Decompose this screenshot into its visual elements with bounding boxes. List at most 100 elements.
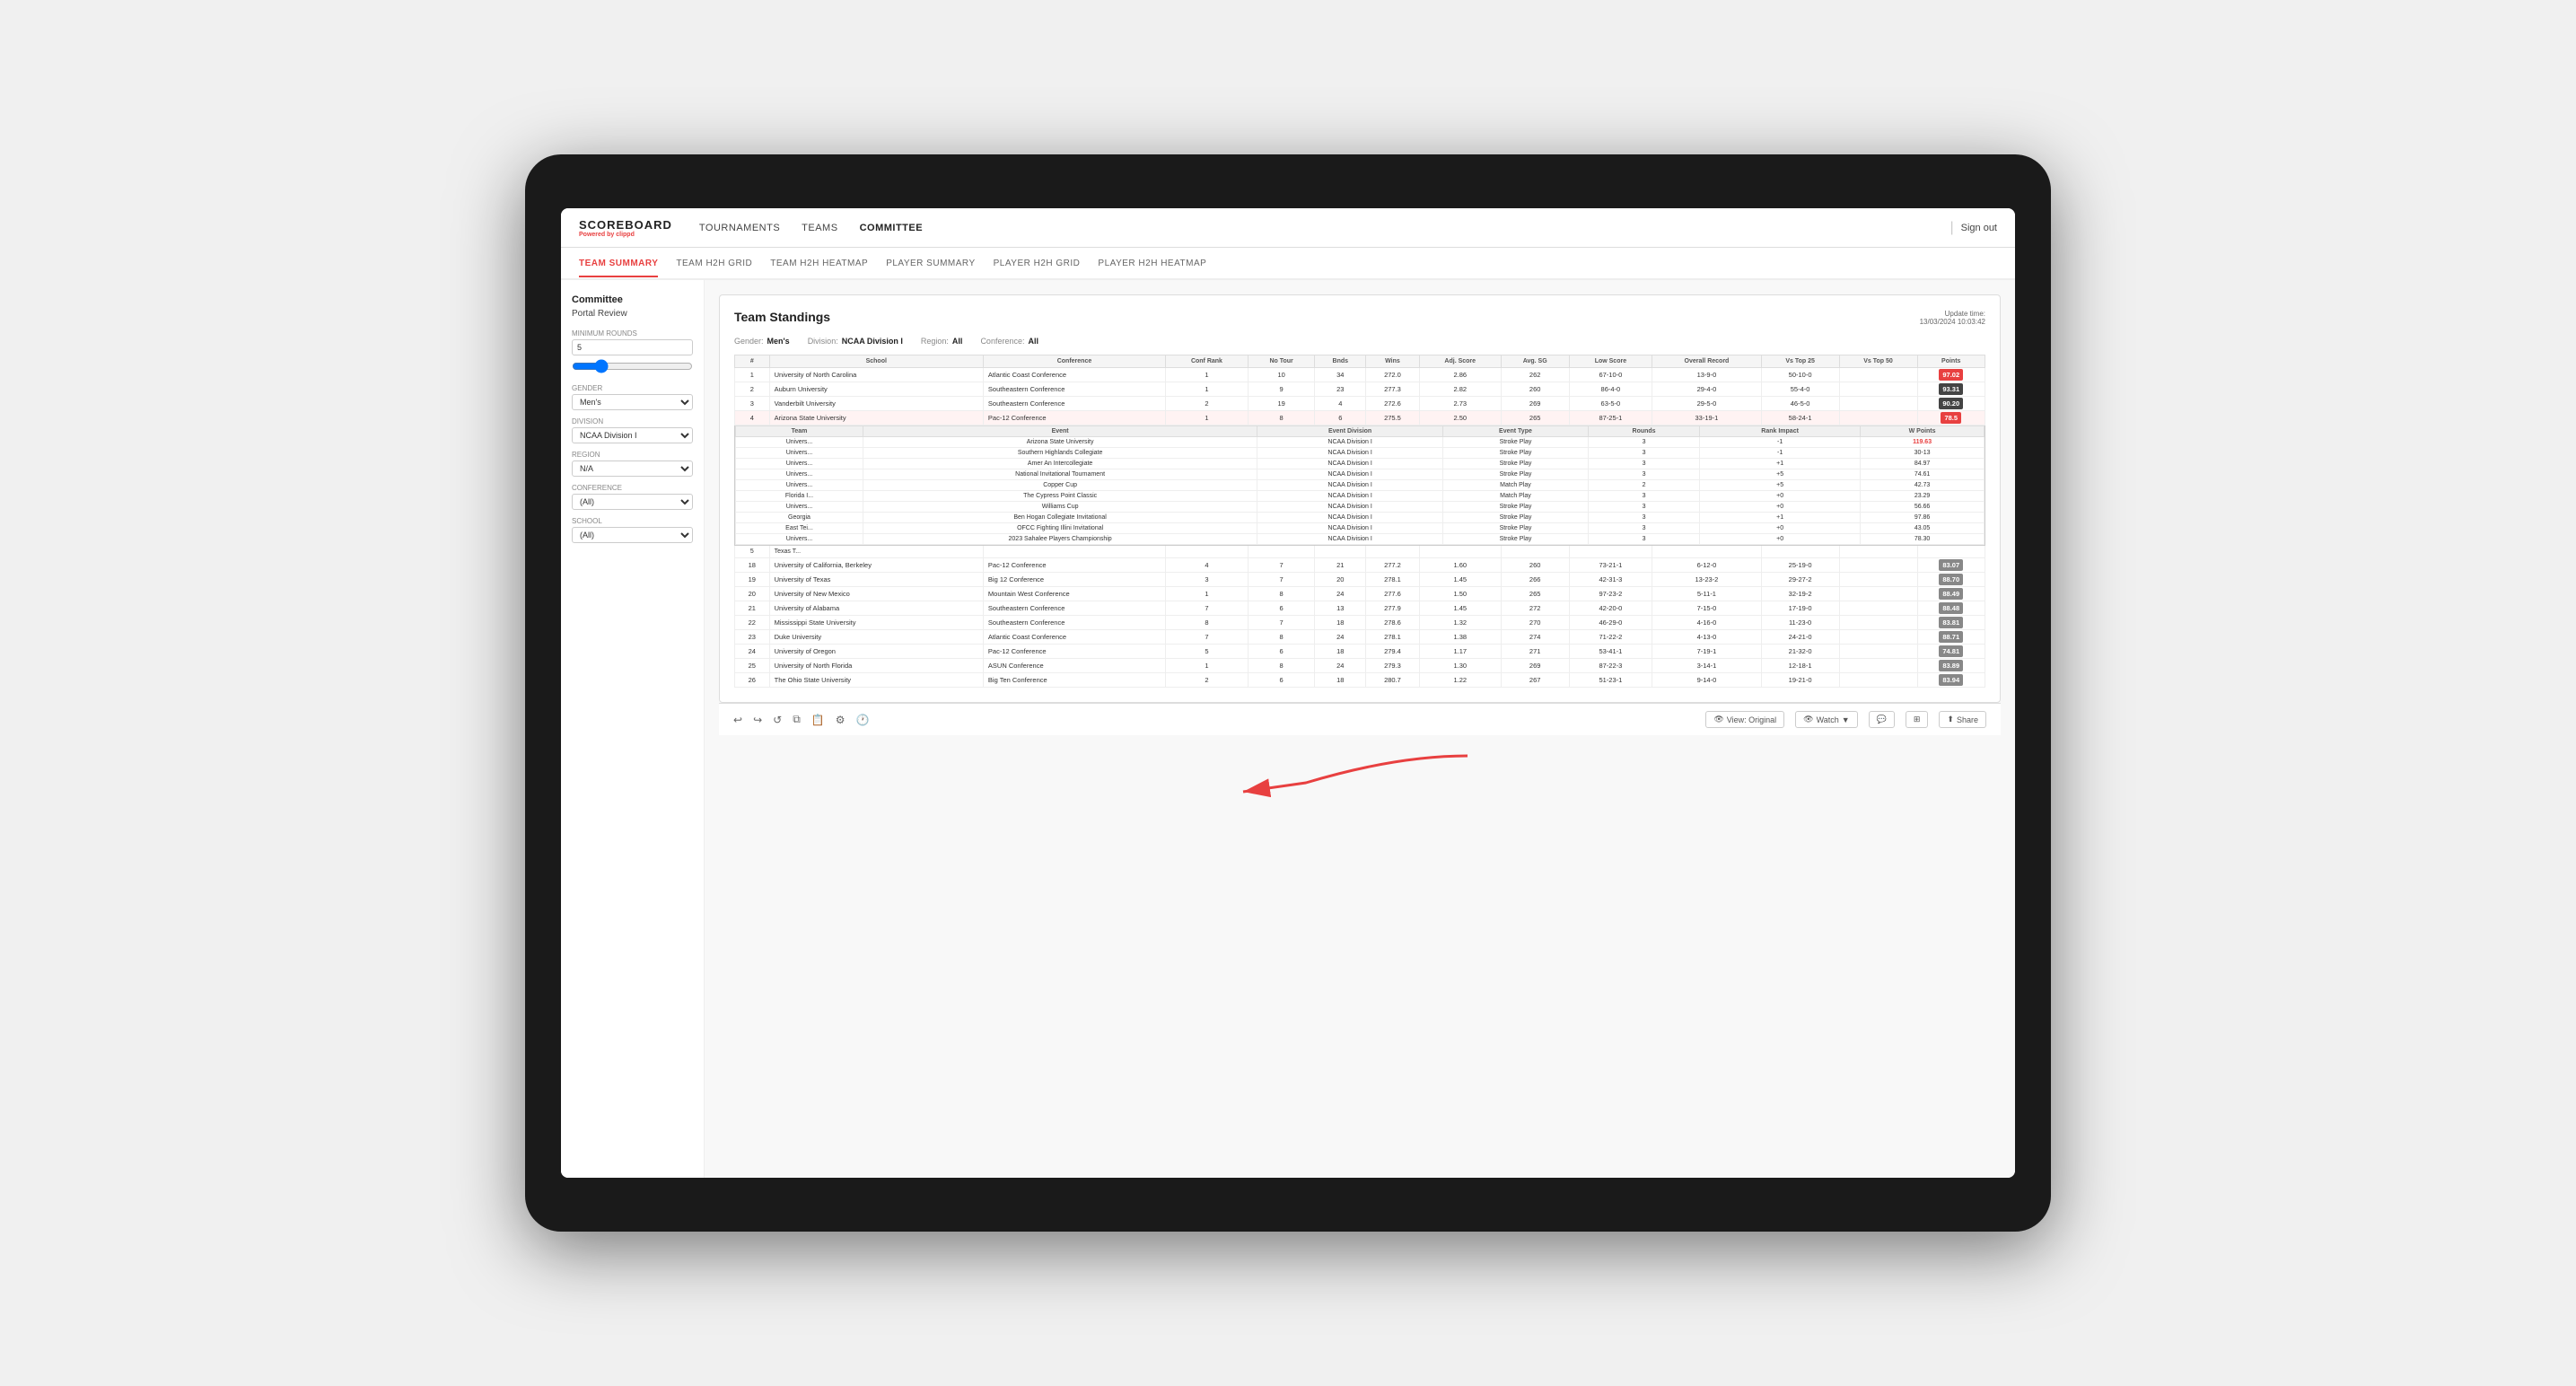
grid-button[interactable]: ⊞	[1906, 711, 1929, 728]
cell-points[interactable]: 90.20	[1917, 397, 1985, 411]
cell-rank: 2	[735, 382, 770, 397]
nav-divider: |	[1950, 220, 1953, 236]
cell-points[interactable]: 78.5	[1917, 411, 1985, 425]
cell-bnds: 4	[1315, 397, 1366, 411]
sidebar-division-label: Division	[572, 417, 693, 425]
cell-wins: 272.6	[1366, 397, 1419, 411]
table-row-highlighted[interactable]: 4 Arizona State University Pac-12 Confer…	[735, 411, 1985, 425]
cell-rank: 3	[735, 397, 770, 411]
sign-out-link[interactable]: Sign out	[1961, 223, 1997, 233]
nav-teams[interactable]: TEAMS	[802, 219, 837, 237]
table-row[interactable]: 5Texas T...	[735, 546, 1985, 558]
sub-nav-team-summary[interactable]: TEAM SUMMARY	[579, 251, 658, 277]
share-button[interactable]: ⬆ Share	[1939, 711, 1986, 728]
table-row[interactable]: 3 Vanderbilt University Southeastern Con…	[735, 397, 1985, 411]
undo-icon[interactable]: ↩	[733, 714, 742, 726]
table-row[interactable]: 18 University of California, Berkeley Pa…	[735, 558, 1985, 573]
cell-overall: 6-12-0	[1652, 558, 1761, 573]
cell-adj-score: 2.82	[1419, 382, 1501, 397]
table-row[interactable]: 21 University of Alabama Southeastern Co…	[735, 601, 1985, 616]
outer-wrapper: SCOREBOARD Powered by clippd TOURNAMENTS…	[0, 0, 2576, 1386]
table-row[interactable]: 24 University of Oregon Pac-12 Conferenc…	[735, 645, 1985, 659]
sidebar-min-rounds-slider[interactable]	[572, 359, 693, 373]
tooltip-col-rounds: Rounds	[1589, 426, 1700, 437]
filter-division: Division: NCAA Division I	[808, 337, 903, 346]
cell-overall: 29-4-0	[1652, 382, 1761, 397]
cell-adj-score: 2.50	[1419, 411, 1501, 425]
sub-nav-player-summary[interactable]: PLAYER SUMMARY	[886, 251, 975, 277]
cell-bnds: 34	[1315, 368, 1366, 382]
col-conf-rank: Conf Rank	[1166, 355, 1249, 368]
sidebar-division-select[interactable]: NCAA Division I NCAA Division II NCAA Di…	[572, 427, 693, 443]
cell-overall: 33-19-1	[1652, 411, 1761, 425]
cell-points[interactable]: 93.31	[1917, 382, 1985, 397]
content-area: Committee Portal Review Minimum Rounds G…	[561, 280, 2015, 1178]
cell-conf-rank: 1	[1166, 368, 1249, 382]
col-wins: Wins	[1366, 355, 1419, 368]
bottom-toolbar: ↩ ↪ ↺ ⧉ 📋 ⚙ 🕐 👁 View: Original	[719, 703, 2001, 735]
refresh-icon[interactable]: ↺	[773, 714, 782, 726]
cell-no-tour: 10	[1248, 368, 1314, 382]
table-row[interactable]: 22 Mississippi State University Southeas…	[735, 616, 1985, 630]
tablet-device: SCOREBOARD Powered by clippd TOURNAMENTS…	[525, 154, 2051, 1232]
table-row[interactable]: 1 University of North Carolina Atlantic …	[735, 368, 1985, 382]
sidebar-region-select[interactable]: N/A East West	[572, 461, 693, 477]
comment-button[interactable]: 💬	[1869, 711, 1895, 728]
watch-icon: 👁	[1803, 715, 1813, 724]
sidebar: Committee Portal Review Minimum Rounds G…	[561, 280, 705, 1178]
cell-conf-rank: 1	[1166, 411, 1249, 425]
settings-icon[interactable]: ⚙	[836, 714, 846, 726]
table-row[interactable]: 19 University of Texas Big 12 Conference…	[735, 573, 1985, 587]
clock-icon[interactable]: 🕐	[855, 714, 869, 726]
redo-icon[interactable]: ↪	[753, 714, 762, 726]
cell-wins: 272.0	[1366, 368, 1419, 382]
cell-rank: 18	[735, 558, 770, 573]
cell-conference: Pac-12 Conference	[983, 558, 1165, 573]
sub-nav-team-h2h-grid[interactable]: TEAM H2H GRID	[676, 251, 752, 277]
top-nav: SCOREBOARD Powered by clippd TOURNAMENTS…	[561, 208, 2015, 248]
table-row[interactable]: 23 Duke University Atlantic Coast Confer…	[735, 630, 1985, 645]
cell-avg-sg: 262	[1501, 368, 1569, 382]
watch-button[interactable]: 👁 Watch ▼	[1795, 711, 1858, 728]
table-row[interactable]: 20 University of New Mexico Mountain Wes…	[735, 587, 1985, 601]
cell-conf-rank: 2	[1166, 397, 1249, 411]
main-panel: Team Standings Update time: 13/03/2024 1…	[705, 280, 2015, 1178]
tooltip-table-header: Team Event Event Division Event Type Rou…	[736, 426, 1985, 437]
cell-vs50	[1839, 368, 1917, 382]
cell-avg-sg: 269	[1501, 397, 1569, 411]
sub-nav-player-h2h-heatmap[interactable]: PLAYER H2H HEATMAP	[1098, 251, 1206, 277]
cell-no-tour: 9	[1248, 382, 1314, 397]
cell-avg-sg: 265	[1501, 411, 1569, 425]
col-adj-score: Adj. Score	[1419, 355, 1501, 368]
view-original-button[interactable]: 👁 View: Original	[1705, 711, 1784, 728]
tooltip-data-row: Univers... 2023 Sahalee Players Champion…	[736, 534, 1985, 545]
cell-school: Arizona State University	[769, 411, 983, 425]
table-row[interactable]: 25 University of North Florida ASUN Conf…	[735, 659, 1985, 673]
cell-conference: Southeastern Conference	[983, 397, 1165, 411]
cell-rank: 4	[735, 411, 770, 425]
sidebar-conference-select[interactable]: (All)	[572, 494, 693, 510]
cell-conference: Southeastern Conference	[983, 382, 1165, 397]
sidebar-min-rounds-input[interactable]	[572, 339, 693, 355]
cell-bnds: 6	[1315, 411, 1366, 425]
table-row[interactable]: 26 The Ohio State University Big Ten Con…	[735, 673, 1985, 688]
cell-low-score: 67-10-0	[1569, 368, 1652, 382]
nav-committee[interactable]: COMMITTEE	[860, 219, 924, 237]
sidebar-gender-select[interactable]: Men's Women's	[572, 394, 693, 410]
logo: SCOREBOARD Powered by clippd	[579, 218, 672, 238]
nav-tournaments[interactable]: TOURNAMENTS	[699, 219, 780, 237]
copy-icon[interactable]: ⧉	[793, 713, 801, 726]
sidebar-school-select[interactable]: (All)	[572, 527, 693, 543]
cell-wins: 275.5	[1366, 411, 1419, 425]
cell-vs25: 50-10-0	[1761, 368, 1839, 382]
tooltip-data-row: Univers... Southern Highlands Collegiate…	[736, 448, 1985, 459]
col-vs25: Vs Top 25	[1761, 355, 1839, 368]
cell-conf-rank: 1	[1166, 382, 1249, 397]
table-row[interactable]: 2 Auburn University Southeastern Confere…	[735, 382, 1985, 397]
cell-no-tour: 8	[1248, 411, 1314, 425]
cell-points[interactable]: 97.02	[1917, 368, 1985, 382]
paste-icon[interactable]: 📋	[811, 714, 825, 726]
sub-nav-team-h2h-heatmap[interactable]: TEAM H2H HEATMAP	[770, 251, 868, 277]
cell-points[interactable]: 83.07	[1917, 558, 1985, 573]
sub-nav-player-h2h-grid[interactable]: PLAYER H2H GRID	[994, 251, 1081, 277]
